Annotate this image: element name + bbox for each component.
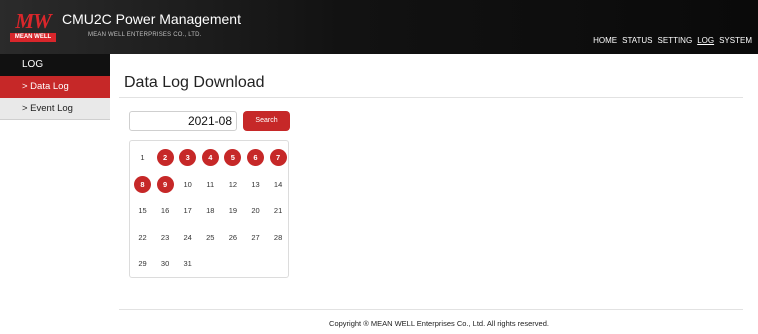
calendar-day-15: 15 xyxy=(138,206,147,215)
nav-home[interactable]: HOME xyxy=(593,36,617,45)
app-header: MW MEAN WELL CMU2C Power Management MEAN… xyxy=(0,0,758,54)
app-title: CMU2C Power Management xyxy=(62,11,241,27)
calendar-day-27: 27 xyxy=(251,232,260,242)
page-title: Data Log Download xyxy=(124,74,265,91)
calendar-day-20: 20 xyxy=(251,206,260,215)
calendar-day-23: 23 xyxy=(160,232,170,242)
nav-log[interactable]: LOG xyxy=(697,36,714,45)
nav-setting[interactable]: SETTING xyxy=(658,36,693,45)
calendar-day-12: 12 xyxy=(228,179,238,189)
calendar-day-24: 24 xyxy=(183,232,192,242)
calendar-day-1: 1 xyxy=(140,153,145,162)
calendar-grid: 1 2 3 4 5 6 7 8 9 10 11 12 13 14 15 16 17 18 19 20 21 22 23 24 2… xyxy=(129,140,289,278)
sidebar-item-event-log[interactable]: > Event Log xyxy=(0,98,110,120)
calendar-day-17: 17 xyxy=(183,206,192,215)
calendar-day-11: 11 xyxy=(206,179,215,189)
calendar-day-9[interactable]: 9 xyxy=(156,175,174,193)
copyright-text: Copyright ® MEAN WELL Enterprises Co., L… xyxy=(329,319,549,328)
calendar-day-21: 21 xyxy=(273,206,283,215)
calendar-day-28: 28 xyxy=(273,232,283,242)
calendar-day-16: 16 xyxy=(160,206,170,215)
nav-status[interactable]: STATUS xyxy=(622,36,652,45)
sidebar-heading: LOG xyxy=(0,54,110,76)
calendar-day-6[interactable]: 6 xyxy=(247,149,264,166)
calendar-day-4[interactable]: 4 xyxy=(201,149,219,166)
search-button[interactable]: Search xyxy=(243,111,290,131)
calendar-day-19: 19 xyxy=(228,206,238,215)
nav-system[interactable]: SYSTEM xyxy=(719,36,752,45)
sidebar-item-data-log[interactable]: > Data Log xyxy=(0,76,110,98)
logo-mark: MW xyxy=(15,9,51,33)
logo-subtext: MEAN WELL xyxy=(10,33,56,42)
calendar-day-3[interactable]: 3 xyxy=(179,149,197,166)
calendar-day-10: 10 xyxy=(183,179,192,189)
title-divider xyxy=(119,97,743,98)
month-input[interactable]: 2021-08 xyxy=(129,111,237,131)
top-nav: HOME STATUS SETTING LOG SYSTEM xyxy=(593,36,752,45)
calendar-day-29: 29 xyxy=(138,259,147,268)
sidebar: LOG > Data Log > Event Log xyxy=(0,54,110,120)
calendar-day-30: 30 xyxy=(160,259,170,268)
calendar-day-8[interactable]: 8 xyxy=(134,175,151,193)
calendar-day-26: 26 xyxy=(228,232,238,242)
calendar-day-13: 13 xyxy=(251,179,260,189)
calendar-day-7[interactable]: 7 xyxy=(269,149,287,166)
mean-well-logo[interactable]: MW MEAN WELL xyxy=(10,10,56,43)
calendar-day-31: 31 xyxy=(183,259,192,268)
footer-divider xyxy=(119,309,743,310)
company-name: MEAN WELL ENTERPRISES CO., LTD. xyxy=(88,32,202,38)
calendar-day-25: 25 xyxy=(206,232,215,242)
calendar-day-22: 22 xyxy=(138,232,147,242)
calendar-day-2[interactable]: 2 xyxy=(156,149,174,166)
calendar-day-18: 18 xyxy=(206,206,215,215)
calendar-day-14: 14 xyxy=(273,179,283,189)
calendar-day-5[interactable]: 5 xyxy=(224,149,242,166)
